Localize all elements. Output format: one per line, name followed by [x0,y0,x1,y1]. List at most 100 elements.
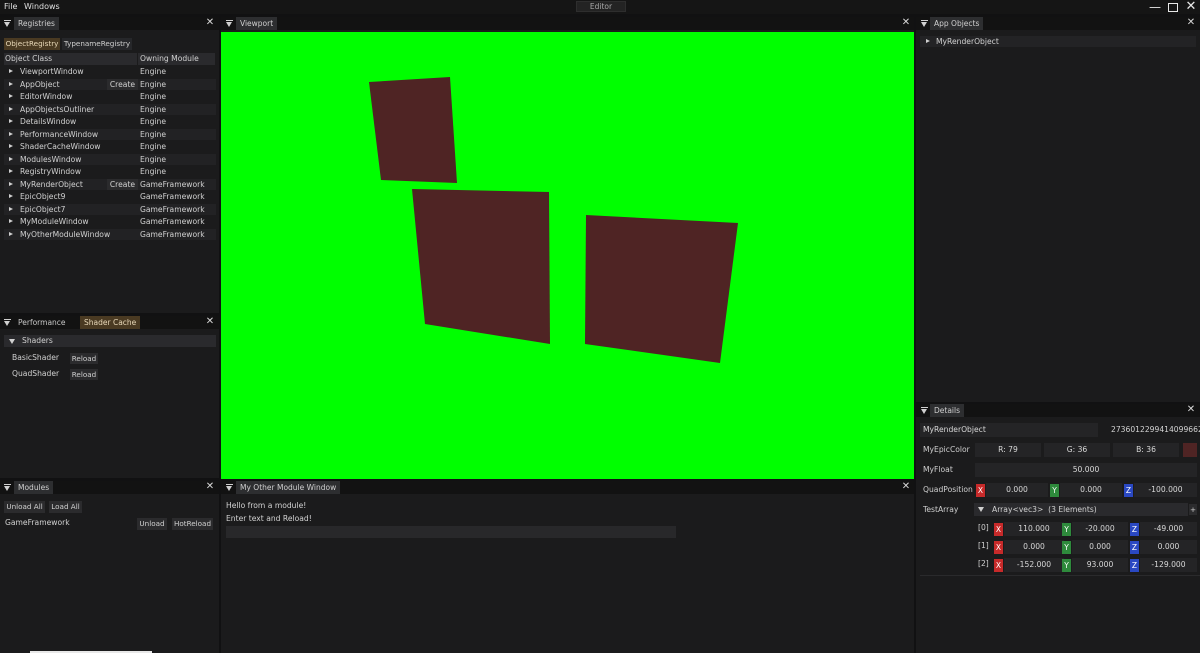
registry-row-class: ShaderCacheWindow [20,142,101,151]
color-g-field[interactable]: G: 36 [1044,443,1110,457]
minimize-icon[interactable]: — [1148,1,1162,13]
column-header-owning-module[interactable]: Owning Module [138,53,215,65]
registry-row[interactable]: EditorWindow Engine [4,91,216,102]
close-icon[interactable]: ✕ [901,482,911,492]
tab-other-module[interactable]: My Other Module Window [236,481,341,494]
array-y-field[interactable]: 0.000 [1072,540,1128,554]
array-z-field[interactable]: -129.000 [1140,558,1197,572]
panel-menu-icon[interactable] [226,486,232,491]
quad-position-z[interactable]: -100.000 [1134,483,1197,497]
quad-position-y[interactable]: 0.000 [1060,483,1122,497]
chevron-right-icon[interactable] [9,156,13,161]
array-y-field[interactable]: -20.000 [1072,522,1128,536]
outliner-item[interactable]: MyRenderObject [920,36,1196,47]
tab-registries[interactable]: Registries [14,17,59,30]
tab-viewport[interactable]: Viewport [236,17,278,30]
registry-row[interactable]: PerformanceWindow Engine [4,128,216,140]
registry-row[interactable]: AppObject Create Engine [4,78,216,90]
chevron-right-icon[interactable] [9,69,13,73]
registry-row[interactable]: RegistryWindow Engine [4,166,216,177]
chevron-right-icon[interactable] [9,81,13,86]
panel-menu-icon[interactable] [4,321,10,326]
registry-row[interactable]: AppObjectsOutliner Engine [4,103,216,115]
tab-performance[interactable]: Performance [14,316,70,329]
chevron-right-icon[interactable] [9,169,13,173]
add-element-button[interactable]: + [1189,504,1197,515]
menu-windows[interactable]: Windows [24,2,60,11]
chevron-right-icon[interactable] [9,94,13,98]
tab-modules[interactable]: Modules [14,481,54,494]
subtab-typename-registry[interactable]: TypenameRegistry [62,38,132,50]
registry-row[interactable]: ShaderCacheWindow Engine [4,141,216,152]
object-name-field[interactable]: MyRenderObject [920,423,1098,437]
registry-row-module: Engine [140,129,167,139]
subtab-object-registry[interactable]: ObjectRegistry [4,38,60,50]
menu-file[interactable]: File [4,2,17,11]
chevron-right-icon[interactable] [9,144,13,148]
reload-button[interactable]: Reload [70,369,98,380]
array-z-field[interactable]: 0.000 [1140,540,1197,554]
maximize-icon[interactable] [1166,2,1180,14]
registry-row[interactable]: MyModuleWindow GameFramework [4,216,216,227]
registry-row-module: Engine [140,92,167,101]
chevron-right-icon[interactable] [9,106,13,111]
registry-row-class: MyOtherModuleWindow [20,229,111,239]
close-icon[interactable]: ✕ [205,482,215,492]
close-icon[interactable]: ✕ [205,18,215,28]
my-float-field[interactable]: 50.000 [975,463,1197,477]
panel-menu-icon[interactable] [921,22,927,27]
reload-button[interactable]: Reload [70,353,98,364]
viewport-canvas[interactable] [221,32,914,479]
load-all-button[interactable]: Load All [49,501,82,513]
chevron-right-icon[interactable] [9,219,13,223]
registry-row[interactable]: EpicObject9 GameFramework [4,191,216,202]
registry-row[interactable]: DetailsWindow Engine [4,116,216,127]
color-swatch[interactable] [1183,443,1197,457]
registry-row-module: Engine [140,117,167,126]
quad-position-x[interactable]: 0.000 [986,483,1048,497]
array-z-field[interactable]: -49.000 [1140,522,1197,536]
close-window-icon[interactable]: ✕ [1184,0,1198,13]
chevron-right-icon[interactable] [9,206,13,211]
registry-row[interactable]: ViewportWindow Engine [4,66,216,77]
array-x-field[interactable]: -152.000 [1004,558,1064,572]
module-text-input[interactable] [226,526,676,538]
panel-menu-icon[interactable] [226,22,232,27]
chevron-right-icon[interactable] [9,194,13,198]
registry-row[interactable]: MyRenderObject Create GameFramework [4,178,216,190]
registry-row[interactable]: EpicObject7 GameFramework [4,203,216,215]
column-header-object-class[interactable]: Object Class [4,53,137,65]
registry-row[interactable]: ModulesWindow Engine [4,153,216,165]
array-x-field[interactable]: 110.000 [1004,522,1064,536]
close-icon[interactable]: ✕ [1186,18,1196,28]
create-button[interactable]: Create [107,178,138,190]
tab-app-objects[interactable]: App Objects [930,17,984,30]
registry-row-class: PerformanceWindow [20,129,99,139]
unload-all-button[interactable]: Unload All [4,501,45,513]
color-b-field[interactable]: B: 36 [1113,443,1179,457]
array-y-field[interactable]: 93.000 [1072,558,1128,572]
chevron-right-icon[interactable] [9,119,13,123]
unload-button[interactable]: Unload [137,518,167,530]
close-icon[interactable]: ✕ [901,18,911,28]
create-button[interactable]: Create [107,78,138,90]
close-icon[interactable]: ✕ [205,317,215,327]
array-index-label: [1] [978,541,989,550]
registry-row[interactable]: MyOtherModuleWindow GameFramework [4,228,216,240]
panel-menu-icon[interactable] [4,22,10,27]
panel-menu-icon[interactable] [921,409,927,414]
shader-cache-panel: Performance Shader Cache ✕ Shaders Basic… [0,316,219,478]
tab-details[interactable]: Details [930,404,965,417]
shaders-header[interactable]: Shaders [4,335,216,347]
hotreload-button[interactable]: HotReload [172,518,213,530]
color-r-field[interactable]: R: 79 [975,443,1041,457]
chevron-right-icon[interactable] [9,131,13,136]
chevron-right-icon[interactable] [9,231,13,236]
panel-menu-icon[interactable] [4,486,10,491]
chevron-right-icon[interactable] [9,181,13,186]
axis-x-label: X [976,484,985,497]
close-icon[interactable]: ✕ [1186,405,1196,415]
array-x-field[interactable]: 0.000 [1004,540,1064,554]
tab-shader-cache[interactable]: Shader Cache [80,316,141,329]
test-array-header[interactable]: Array<vec3> (3 Elements) [974,503,1188,516]
